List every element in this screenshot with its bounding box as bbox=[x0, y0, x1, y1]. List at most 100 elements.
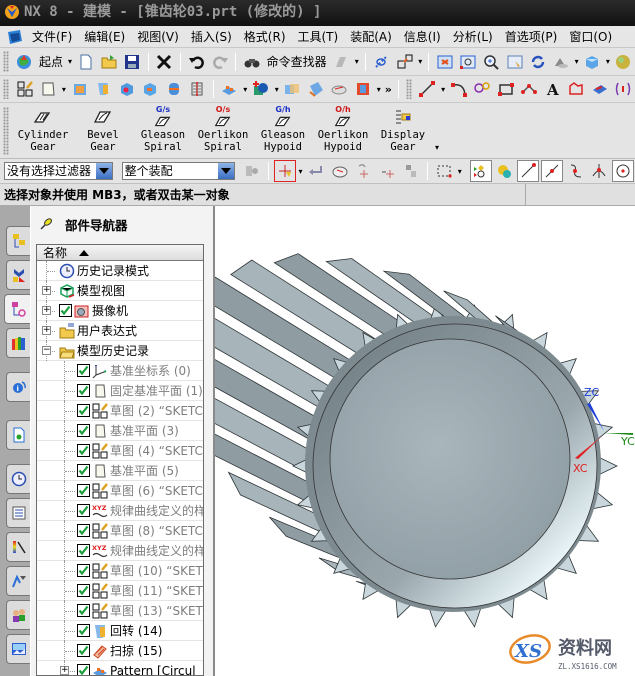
line-dropdown-icon[interactable]: ▾ bbox=[441, 85, 445, 94]
repeat-command-icon[interactable] bbox=[331, 51, 352, 73]
expand-icon[interactable]: + bbox=[42, 306, 51, 315]
start-button[interactable]: 起点 bbox=[39, 53, 63, 70]
tab-reuse-library[interactable] bbox=[6, 328, 30, 358]
tree-node[interactable]: 草图 (8) “SKETCH bbox=[37, 521, 203, 541]
control-point-snap-icon[interactable] bbox=[565, 160, 587, 182]
sheet-icon[interactable] bbox=[329, 78, 350, 100]
arc-icon[interactable] bbox=[448, 78, 469, 100]
visibility-checkbox[interactable] bbox=[77, 424, 90, 437]
repeat-dropdown-icon[interactable]: ▾ bbox=[355, 57, 359, 66]
tab-manufacturing-wizard[interactable] bbox=[6, 566, 30, 596]
snap-point-icon[interactable] bbox=[273, 160, 296, 182]
tab-hd3d-tools[interactable]: i bbox=[6, 372, 30, 402]
visibility-checkbox[interactable] bbox=[77, 404, 90, 417]
visibility-checkbox[interactable] bbox=[77, 504, 90, 517]
snap-manager-icon[interactable] bbox=[494, 160, 516, 182]
chevron-down-icon[interactable] bbox=[217, 163, 235, 179]
type-filter-select[interactable]: 没有选择过滤器 bbox=[4, 162, 113, 180]
expand-icon[interactable]: + bbox=[60, 666, 69, 675]
command-finder-button[interactable]: 命令查找器 bbox=[267, 53, 327, 70]
select-features-icon[interactable] bbox=[241, 160, 263, 182]
menu-information[interactable]: 信息(I) bbox=[400, 27, 449, 47]
tab-constraint-navigator[interactable] bbox=[6, 260, 30, 290]
assembly-select-icon[interactable] bbox=[400, 160, 422, 182]
hole-icon[interactable] bbox=[116, 78, 137, 100]
visibility-checkbox[interactable] bbox=[77, 584, 90, 597]
start-dropdown-icon[interactable]: ▾ bbox=[68, 57, 72, 66]
rectangle-icon[interactable] bbox=[495, 78, 516, 100]
tree-node[interactable]: XYZ 规律曲线定义的样 bbox=[37, 541, 203, 561]
more-icon[interactable]: » bbox=[385, 83, 392, 96]
rectangle-select-icon[interactable] bbox=[433, 160, 455, 182]
tree-node[interactable]: XYZ 规律曲线定义的样 bbox=[37, 501, 203, 521]
sketch-icon[interactable] bbox=[14, 78, 35, 100]
cylinder-gear-button[interactable]: Cylinder Gear bbox=[13, 105, 73, 153]
datum-dropdown-icon[interactable]: ▾ bbox=[62, 85, 66, 94]
tree-node[interactable]: 基准平面 (3) bbox=[37, 421, 203, 441]
point-icon[interactable] bbox=[519, 78, 540, 100]
tree-node[interactable]: + Pattern [Circul bbox=[37, 661, 203, 675]
collapse-icon[interactable]: − bbox=[42, 346, 51, 355]
menu-tools[interactable]: 工具(T) bbox=[294, 27, 347, 47]
visibility-checkbox[interactable] bbox=[77, 544, 90, 557]
column-header-name[interactable]: 名称 bbox=[37, 245, 203, 261]
visibility-checkbox[interactable] bbox=[77, 624, 90, 637]
block-icon[interactable] bbox=[282, 78, 303, 100]
rotate-icon[interactable] bbox=[527, 51, 548, 73]
oerlikon-spiral-button[interactable]: O/s Oerlikon Spiral bbox=[193, 105, 253, 154]
mirror-icon[interactable] bbox=[186, 78, 207, 100]
menu-format[interactable]: 格式(R) bbox=[240, 27, 294, 47]
visibility-checkbox[interactable] bbox=[77, 564, 90, 577]
select-parent-icon[interactable] bbox=[353, 160, 375, 182]
menu-assemblies[interactable]: 装配(A) bbox=[346, 27, 400, 47]
tree-node[interactable]: 历史记录模式 bbox=[37, 261, 203, 281]
display-gear-button[interactable]: Display Gear bbox=[373, 105, 433, 153]
quick-pick-icon[interactable] bbox=[469, 160, 492, 182]
tab-web-browser[interactable] bbox=[6, 420, 30, 450]
layout-icon[interactable] bbox=[394, 51, 415, 73]
toolbar-grip[interactable] bbox=[3, 78, 9, 100]
tree-node[interactable]: 草图 (4) “SKETCH bbox=[37, 441, 203, 461]
visibility-checkbox[interactable] bbox=[77, 664, 90, 675]
rectangle-select-dropdown-icon[interactable]: ▾ bbox=[458, 167, 462, 176]
bridge-curve-icon[interactable] bbox=[613, 78, 634, 100]
toolbar-grip[interactable] bbox=[405, 78, 412, 100]
tab-visualization[interactable] bbox=[6, 532, 30, 562]
select-child-icon[interactable] bbox=[377, 160, 399, 182]
tree-node[interactable]: 草图 (2) “SKETCH bbox=[37, 401, 203, 421]
visibility-checkbox[interactable] bbox=[77, 444, 90, 457]
menu-analysis[interactable]: 分析(L) bbox=[449, 27, 501, 47]
toolbar-grip[interactable] bbox=[3, 107, 9, 155]
tab-roles[interactable] bbox=[6, 600, 30, 630]
tree-node[interactable]: + 模型视图 bbox=[37, 281, 203, 301]
visibility-checkbox[interactable] bbox=[77, 604, 90, 617]
zoom-icon[interactable] bbox=[481, 51, 502, 73]
menu-window[interactable]: 窗口(O) bbox=[565, 27, 620, 47]
tree-node[interactable]: 固定基准平面 (1) bbox=[37, 381, 203, 401]
intersection-snap-icon[interactable] bbox=[588, 160, 610, 182]
tree-node[interactable]: 基准平面 (5) bbox=[37, 461, 203, 481]
unite-icon[interactable] bbox=[250, 78, 271, 100]
oerlikon-hypoid-button[interactable]: O/h Oerlikon Hypoid bbox=[313, 105, 373, 154]
menu-insert[interactable]: 插入(S) bbox=[187, 27, 240, 47]
curve-on-surface-icon[interactable] bbox=[589, 78, 610, 100]
menu-preferences[interactable]: 首选项(P) bbox=[501, 27, 566, 47]
datum-plane-icon[interactable] bbox=[37, 78, 58, 100]
visibility-checkbox[interactable] bbox=[77, 384, 90, 397]
pan-icon[interactable] bbox=[504, 51, 525, 73]
start-icon[interactable] bbox=[14, 51, 35, 73]
tab-system-scenes[interactable] bbox=[6, 634, 30, 664]
gleason-hypoid-button[interactable]: G/h Gleason Hypoid bbox=[253, 105, 313, 154]
end-point-snap-icon[interactable] bbox=[517, 160, 539, 182]
wcs-triad[interactable]: ZC YC XC bbox=[571, 376, 635, 476]
chevron-down-icon[interactable] bbox=[94, 163, 112, 179]
redo-icon[interactable] bbox=[209, 51, 230, 73]
text-icon[interactable]: A bbox=[542, 78, 563, 100]
tree-node[interactable]: 扫掠 (15) bbox=[37, 641, 203, 661]
view-orient-icon[interactable] bbox=[371, 51, 392, 73]
tree-node[interactable]: 草图 (11) “SKETC bbox=[37, 581, 203, 601]
tree-node[interactable]: 草图 (13) “SKETC bbox=[37, 601, 203, 621]
fit-icon[interactable] bbox=[434, 51, 455, 73]
shaded-cube-dropdown-icon[interactable]: ▾ bbox=[606, 57, 610, 66]
new-file-icon[interactable] bbox=[75, 51, 96, 73]
